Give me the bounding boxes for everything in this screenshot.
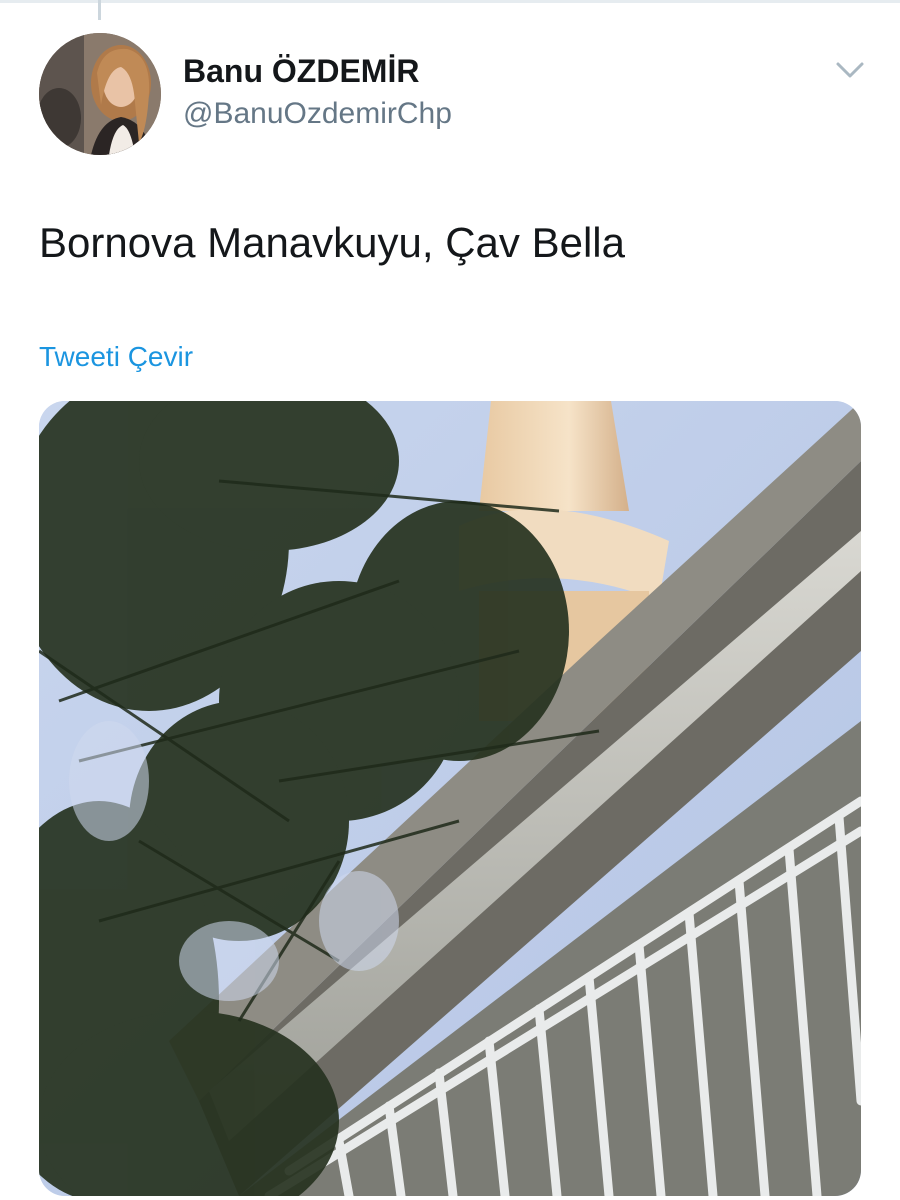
thread-connector-line — [98, 0, 101, 20]
author-name[interactable]: Banu ÖZDEMİR — [183, 53, 419, 90]
tweet-media-video[interactable] — [39, 401, 861, 1196]
tweet-text: Bornova Manavkuyu, Çav Bella — [39, 219, 625, 266]
translate-tweet-link[interactable]: Tweeti Çevir — [39, 341, 193, 373]
author-handle[interactable]: @BanuOzdemirChp — [183, 97, 452, 131]
divider — [0, 0, 900, 3]
chevron-down-icon[interactable] — [834, 56, 866, 84]
tweet-card: Banu ÖZDEMİR @BanuOzdemirChp Bornova Man… — [0, 0, 900, 1200]
author-avatar[interactable] — [39, 33, 161, 155]
